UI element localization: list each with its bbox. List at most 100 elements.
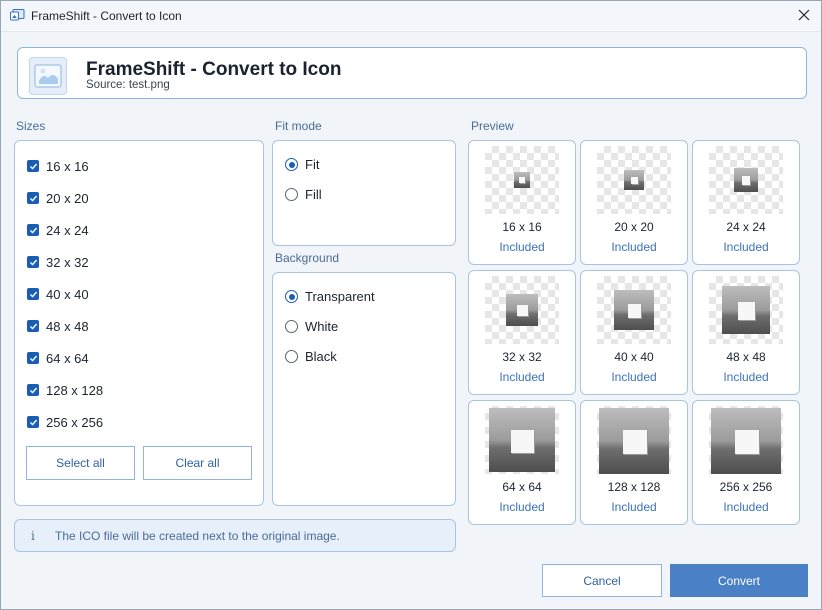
size-label: 32 x 32	[46, 254, 89, 270]
preview-thumbnail	[709, 146, 783, 214]
checkbox-checked-icon	[27, 192, 39, 204]
cancel-button[interactable]: Cancel	[542, 564, 662, 597]
preview-status: Included	[611, 370, 657, 384]
preview-status: Included	[611, 240, 657, 254]
preview-status: Included	[723, 500, 769, 514]
preview-status: Included	[499, 500, 545, 514]
preview-status: Included	[723, 370, 769, 384]
preview-size: 48 x 48	[726, 350, 766, 364]
window-title: FrameShift - Convert to Icon	[31, 9, 182, 23]
preview-size: 24 x 24	[726, 220, 766, 234]
header-card: FrameShift - Convert to Icon Source: tes…	[17, 47, 807, 99]
preview-status: Included	[723, 240, 769, 254]
convert-button[interactable]: Convert	[670, 564, 808, 597]
background-radio-white[interactable]: White	[285, 319, 338, 334]
fit-mode-panel: Fit Fill	[272, 140, 456, 246]
preview-tile-20: 20 x 20 Included	[580, 140, 688, 265]
size-checkbox-128[interactable]: 128 x 128	[27, 382, 103, 398]
preview-tile-16: 16 x 16 Included	[468, 140, 576, 265]
radio-unselected-icon	[285, 320, 298, 333]
background-section-label: Background	[275, 251, 340, 265]
size-checkbox-256[interactable]: 256 x 256	[27, 414, 103, 430]
fit-mode-radio-fill[interactable]: Fill	[285, 187, 322, 202]
preview-status: Included	[499, 370, 545, 384]
size-label: 256 x 256	[46, 414, 104, 430]
size-checkbox-40[interactable]: 40 x 40	[27, 286, 89, 302]
size-checkbox-20[interactable]: 20 x 20	[27, 190, 89, 206]
preview-tile-128: 128 x 128 Included	[580, 400, 688, 525]
size-label: 20 x 20	[46, 190, 89, 206]
preview-size: 20 x 20	[614, 220, 654, 234]
checkbox-checked-icon	[27, 256, 39, 268]
checkbox-checked-icon	[27, 288, 39, 300]
radio-label: White	[305, 319, 339, 334]
image-icon	[29, 57, 67, 95]
radio-label: Black	[305, 349, 337, 364]
size-checkbox-24[interactable]: 24 x 24	[27, 222, 89, 238]
info-bar: i The ICO file will be created next to t…	[14, 519, 456, 552]
close-button[interactable]	[795, 6, 813, 24]
clear-all-button[interactable]: Clear all	[143, 446, 252, 480]
preview-thumbnail	[709, 276, 783, 344]
size-label: 128 x 128	[46, 382, 104, 398]
sizes-section-label: Sizes	[16, 119, 46, 133]
size-checkbox-48[interactable]: 48 x 48	[27, 318, 89, 334]
preview-thumbnail	[597, 276, 671, 344]
radio-unselected-icon	[285, 350, 298, 363]
background-radio-black[interactable]: Black	[285, 349, 337, 364]
size-label: 40 x 40	[46, 286, 89, 302]
preview-section-label: Preview	[471, 119, 514, 133]
title-bar: FrameShift - Convert to Icon	[1, 1, 821, 32]
preview-size: 32 x 32	[502, 350, 542, 364]
radio-selected-icon	[285, 290, 298, 303]
checkbox-checked-icon	[27, 320, 39, 332]
preview-status: Included	[499, 240, 545, 254]
size-checkbox-64[interactable]: 64 x 64	[27, 350, 89, 366]
preview-thumbnail	[597, 406, 671, 474]
preview-tile-256: 256 x 256 Included	[692, 400, 800, 525]
size-label: 16 x 16	[46, 158, 89, 174]
sizes-panel: 16 x 16 20 x 20 24 x 24 32 x 32 40 x 40 …	[14, 140, 264, 506]
info-text: The ICO file will be created next to the…	[55, 529, 340, 543]
radio-label: Fill	[305, 187, 322, 202]
header-title: FrameShift - Convert to Icon	[86, 59, 342, 80]
fit-mode-section-label: Fit mode	[275, 119, 322, 133]
fit-mode-radio-fit[interactable]: Fit	[285, 157, 319, 172]
dialog-window: FrameShift - Convert to Icon FrameShift …	[0, 0, 822, 610]
preview-size: 40 x 40	[614, 350, 654, 364]
size-label: 24 x 24	[46, 222, 89, 238]
preview-thumbnail	[485, 146, 559, 214]
checkbox-checked-icon	[27, 160, 39, 172]
source-file-label: Source: test.png	[86, 79, 170, 91]
preview-thumbnail	[485, 276, 559, 344]
preview-thumbnail	[709, 406, 783, 474]
preview-size: 64 x 64	[502, 480, 542, 494]
preview-thumbnail	[597, 146, 671, 214]
app-icon	[10, 9, 25, 21]
size-label: 64 x 64	[46, 350, 89, 366]
size-checkbox-32[interactable]: 32 x 32	[27, 254, 89, 270]
select-all-button[interactable]: Select all	[26, 446, 135, 480]
preview-thumbnail	[485, 406, 559, 474]
radio-selected-icon	[285, 158, 298, 171]
size-label: 48 x 48	[46, 318, 89, 334]
radio-label: Fit	[305, 157, 320, 172]
checkbox-checked-icon	[27, 352, 39, 364]
preview-tile-64: 64 x 64 Included	[468, 400, 576, 525]
size-checkbox-16[interactable]: 16 x 16	[27, 158, 89, 174]
preview-tile-48: 48 x 48 Included	[692, 270, 800, 395]
background-panel: Transparent White Black	[272, 272, 456, 506]
radio-unselected-icon	[285, 188, 298, 201]
preview-tile-24: 24 x 24 Included	[692, 140, 800, 265]
preview-status: Included	[611, 500, 657, 514]
preview-size: 256 x 256	[719, 480, 773, 494]
preview-tile-32: 32 x 32 Included	[468, 270, 576, 395]
checkbox-checked-icon	[27, 416, 39, 428]
preview-size: 16 x 16	[502, 220, 542, 234]
checkbox-checked-icon	[27, 224, 39, 236]
info-icon: i	[31, 529, 35, 543]
preview-tile-40: 40 x 40 Included	[580, 270, 688, 395]
checkbox-checked-icon	[27, 384, 39, 396]
background-radio-transparent[interactable]: Transparent	[285, 289, 375, 304]
preview-size: 128 x 128	[607, 480, 661, 494]
